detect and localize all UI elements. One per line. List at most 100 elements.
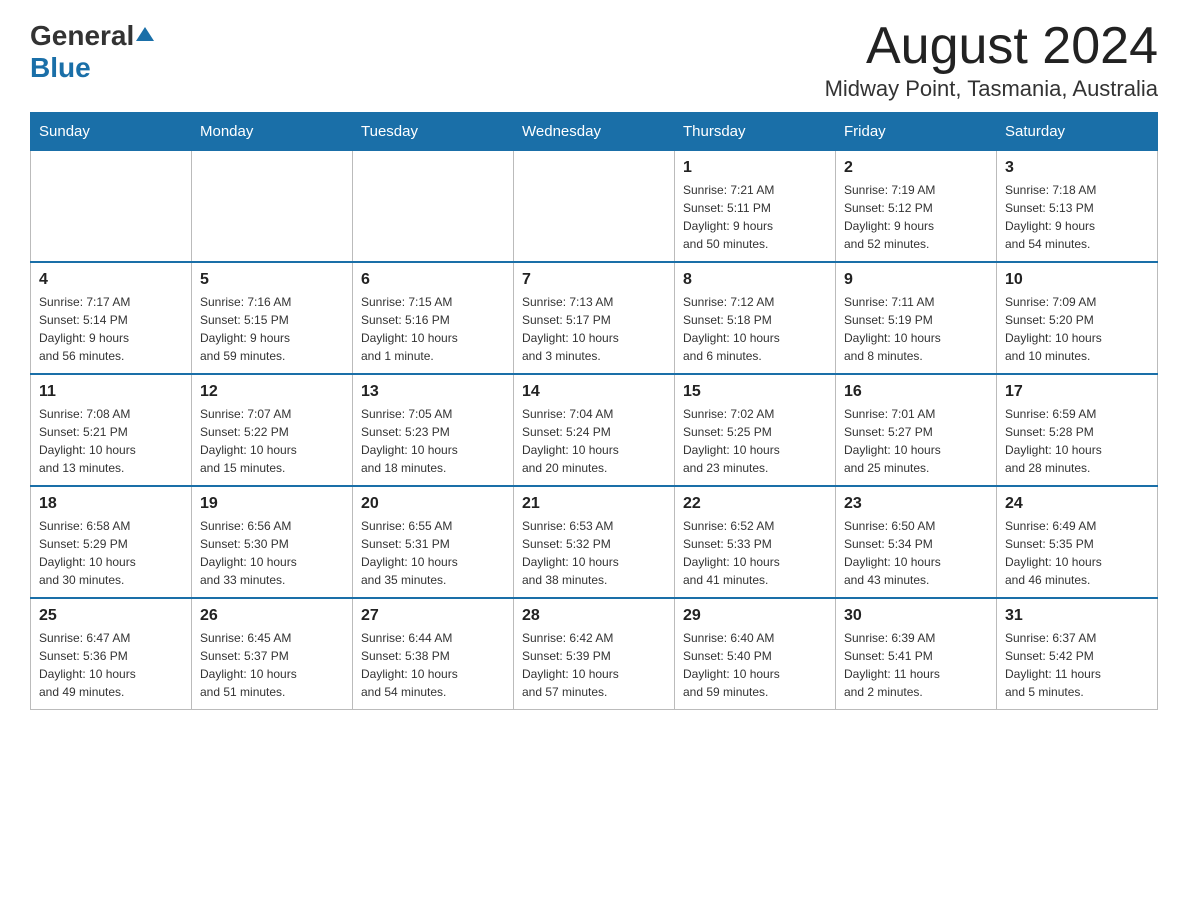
table-row: 6 Sunrise: 7:15 AM Sunset: 5:16 PM Daylig… bbox=[353, 262, 514, 374]
table-row: 13 Sunrise: 7:05 AM Sunset: 5:23 PM Dayli… bbox=[353, 374, 514, 486]
logo: General Blue bbox=[30, 20, 154, 84]
location-title: Midway Point, Tasmania, Australia bbox=[825, 76, 1158, 102]
day-info: Sunrise: 6:56 AM Sunset: 5:30 PM Dayligh… bbox=[200, 517, 344, 589]
day-info: Sunrise: 6:49 AM Sunset: 5:35 PM Dayligh… bbox=[1005, 517, 1149, 589]
day-info: Sunrise: 7:17 AM Sunset: 5:14 PM Dayligh… bbox=[39, 293, 183, 365]
day-number: 27 bbox=[361, 607, 505, 625]
table-row: 2Sunrise: 7:19 AM Sunset: 5:12 PM Daylig… bbox=[836, 151, 997, 263]
day-number: 8 bbox=[683, 271, 827, 289]
day-info: Sunrise: 7:01 AM Sunset: 5:27 PM Dayligh… bbox=[844, 405, 988, 477]
calendar-week-3: 11 Sunrise: 7:08 AM Sunset: 5:21 PM Dayli… bbox=[31, 374, 1158, 486]
table-row: 24 Sunrise: 6:49 AM Sunset: 5:35 PM Dayli… bbox=[997, 486, 1158, 598]
day-info: Sunrise: 6:50 AM Sunset: 5:34 PM Dayligh… bbox=[844, 517, 988, 589]
col-tuesday: Tuesday bbox=[353, 113, 514, 151]
day-info: Sunrise: 7:15 AM Sunset: 5:16 PM Dayligh… bbox=[361, 293, 505, 365]
page-header: General Blue August 2024 Midway Point, T… bbox=[30, 20, 1158, 102]
day-number: 6 bbox=[361, 271, 505, 289]
calendar-week-4: 18Sunrise: 6:58 AM Sunset: 5:29 PM Dayli… bbox=[31, 486, 1158, 598]
table-row bbox=[192, 151, 353, 263]
day-info: Sunrise: 7:08 AM Sunset: 5:21 PM Dayligh… bbox=[39, 405, 183, 477]
table-row: 12Sunrise: 7:07 AM Sunset: 5:22 PM Dayli… bbox=[192, 374, 353, 486]
table-row bbox=[31, 151, 192, 263]
day-number: 23 bbox=[844, 495, 988, 513]
day-number: 30 bbox=[844, 607, 988, 625]
day-info: Sunrise: 7:02 AM Sunset: 5:25 PM Dayligh… bbox=[683, 405, 827, 477]
table-row: 10Sunrise: 7:09 AM Sunset: 5:20 PM Dayli… bbox=[997, 262, 1158, 374]
logo-general-text: General bbox=[30, 20, 134, 52]
day-info: Sunrise: 6:45 AM Sunset: 5:37 PM Dayligh… bbox=[200, 629, 344, 701]
day-number: 11 bbox=[39, 383, 183, 401]
day-number: 4 bbox=[39, 271, 183, 289]
calendar-table: Sunday Monday Tuesday Wednesday Thursday… bbox=[30, 112, 1158, 710]
table-row: 14 Sunrise: 7:04 AM Sunset: 5:24 PM Dayli… bbox=[514, 374, 675, 486]
calendar-week-1: 1 Sunrise: 7:21 AM Sunset: 5:11 PM Daylig… bbox=[31, 151, 1158, 263]
day-info: Sunrise: 6:44 AM Sunset: 5:38 PM Dayligh… bbox=[361, 629, 505, 701]
table-row: 17 Sunrise: 6:59 AM Sunset: 5:28 PM Dayli… bbox=[997, 374, 1158, 486]
table-row: 7 Sunrise: 7:13 AM Sunset: 5:17 PM Daylig… bbox=[514, 262, 675, 374]
day-number: 24 bbox=[1005, 495, 1149, 513]
day-info: Sunrise: 7:13 AM Sunset: 5:17 PM Dayligh… bbox=[522, 293, 666, 365]
day-number: 3 bbox=[1005, 159, 1149, 177]
day-number: 9 bbox=[844, 271, 988, 289]
logo-arrow-icon bbox=[136, 25, 154, 48]
day-info: Sunrise: 7:18 AM Sunset: 5:13 PM Dayligh… bbox=[1005, 181, 1149, 253]
day-number: 12 bbox=[200, 383, 344, 401]
day-number: 17 bbox=[1005, 383, 1149, 401]
day-info: Sunrise: 7:12 AM Sunset: 5:18 PM Dayligh… bbox=[683, 293, 827, 365]
day-number: 5 bbox=[200, 271, 344, 289]
day-info: Sunrise: 6:42 AM Sunset: 5:39 PM Dayligh… bbox=[522, 629, 666, 701]
table-row: 3 Sunrise: 7:18 AM Sunset: 5:13 PM Daylig… bbox=[997, 151, 1158, 263]
day-info: Sunrise: 7:04 AM Sunset: 5:24 PM Dayligh… bbox=[522, 405, 666, 477]
table-row: 1 Sunrise: 7:21 AM Sunset: 5:11 PM Daylig… bbox=[675, 151, 836, 263]
day-number: 20 bbox=[361, 495, 505, 513]
day-number: 16 bbox=[844, 383, 988, 401]
table-row bbox=[353, 151, 514, 263]
table-row: 29 Sunrise: 6:40 AM Sunset: 5:40 PM Dayli… bbox=[675, 598, 836, 710]
table-row: 23 Sunrise: 6:50 AM Sunset: 5:34 PM Dayli… bbox=[836, 486, 997, 598]
logo-blue-text: Blue bbox=[30, 52, 91, 84]
day-number: 29 bbox=[683, 607, 827, 625]
title-block: August 2024 Midway Point, Tasmania, Aust… bbox=[825, 20, 1158, 102]
day-number: 13 bbox=[361, 383, 505, 401]
col-saturday: Saturday bbox=[997, 113, 1158, 151]
day-number: 28 bbox=[522, 607, 666, 625]
table-row: 16 Sunrise: 7:01 AM Sunset: 5:27 PM Dayli… bbox=[836, 374, 997, 486]
day-info: Sunrise: 7:16 AM Sunset: 5:15 PM Dayligh… bbox=[200, 293, 344, 365]
table-row: 26 Sunrise: 6:45 AM Sunset: 5:37 PM Dayli… bbox=[192, 598, 353, 710]
table-row: 28 Sunrise: 6:42 AM Sunset: 5:39 PM Dayli… bbox=[514, 598, 675, 710]
table-row: 11 Sunrise: 7:08 AM Sunset: 5:21 PM Dayli… bbox=[31, 374, 192, 486]
col-wednesday: Wednesday bbox=[514, 113, 675, 151]
table-row: 5 Sunrise: 7:16 AM Sunset: 5:15 PM Daylig… bbox=[192, 262, 353, 374]
day-number: 7 bbox=[522, 271, 666, 289]
calendar-week-5: 25Sunrise: 6:47 AM Sunset: 5:36 PM Dayli… bbox=[31, 598, 1158, 710]
day-number: 1 bbox=[683, 159, 827, 177]
day-number: 22 bbox=[683, 495, 827, 513]
table-row: 25Sunrise: 6:47 AM Sunset: 5:36 PM Dayli… bbox=[31, 598, 192, 710]
day-info: Sunrise: 6:37 AM Sunset: 5:42 PM Dayligh… bbox=[1005, 629, 1149, 701]
table-row: 27 Sunrise: 6:44 AM Sunset: 5:38 PM Dayli… bbox=[353, 598, 514, 710]
table-row: 4 Sunrise: 7:17 AM Sunset: 5:14 PM Daylig… bbox=[31, 262, 192, 374]
table-row: 8 Sunrise: 7:12 AM Sunset: 5:18 PM Daylig… bbox=[675, 262, 836, 374]
day-number: 26 bbox=[200, 607, 344, 625]
day-info: Sunrise: 6:59 AM Sunset: 5:28 PM Dayligh… bbox=[1005, 405, 1149, 477]
col-monday: Monday bbox=[192, 113, 353, 151]
col-friday: Friday bbox=[836, 113, 997, 151]
month-title: August 2024 bbox=[825, 20, 1158, 72]
day-info: Sunrise: 6:58 AM Sunset: 5:29 PM Dayligh… bbox=[39, 517, 183, 589]
table-row bbox=[514, 151, 675, 263]
day-info: Sunrise: 7:21 AM Sunset: 5:11 PM Dayligh… bbox=[683, 181, 827, 253]
table-row: 20 Sunrise: 6:55 AM Sunset: 5:31 PM Dayli… bbox=[353, 486, 514, 598]
day-number: 10 bbox=[1005, 271, 1149, 289]
table-row: 9Sunrise: 7:11 AM Sunset: 5:19 PM Daylig… bbox=[836, 262, 997, 374]
day-number: 25 bbox=[39, 607, 183, 625]
day-info: Sunrise: 7:05 AM Sunset: 5:23 PM Dayligh… bbox=[361, 405, 505, 477]
day-number: 14 bbox=[522, 383, 666, 401]
day-info: Sunrise: 6:40 AM Sunset: 5:40 PM Dayligh… bbox=[683, 629, 827, 701]
col-sunday: Sunday bbox=[31, 113, 192, 151]
table-row: 18Sunrise: 6:58 AM Sunset: 5:29 PM Dayli… bbox=[31, 486, 192, 598]
table-row: 21Sunrise: 6:53 AM Sunset: 5:32 PM Dayli… bbox=[514, 486, 675, 598]
day-number: 31 bbox=[1005, 607, 1149, 625]
table-row: 30 Sunrise: 6:39 AM Sunset: 5:41 PM Dayli… bbox=[836, 598, 997, 710]
day-info: Sunrise: 6:39 AM Sunset: 5:41 PM Dayligh… bbox=[844, 629, 988, 701]
day-info: Sunrise: 6:55 AM Sunset: 5:31 PM Dayligh… bbox=[361, 517, 505, 589]
